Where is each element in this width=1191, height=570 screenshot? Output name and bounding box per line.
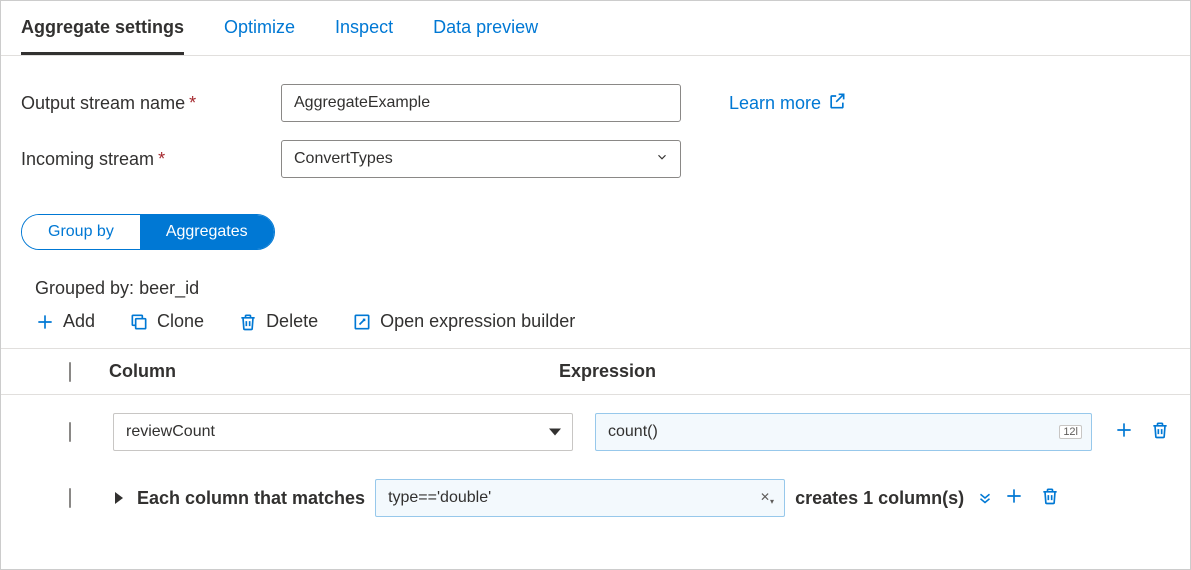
clone-button[interactable]: Clone xyxy=(129,311,204,332)
tab-optimize[interactable]: Optimize xyxy=(224,1,295,55)
trash-icon xyxy=(238,312,258,332)
table-header: Column Expression xyxy=(1,348,1190,395)
table-row: reviewCount count() 12l xyxy=(1,395,1190,469)
add-column-icon[interactable] xyxy=(1004,486,1024,510)
pattern-row: Each column that matches type=='double' … xyxy=(1,469,1190,535)
segment-group-by[interactable]: Group by xyxy=(22,215,140,249)
column-header: Column xyxy=(69,361,549,382)
incoming-stream-select[interactable]: ConvertTypes xyxy=(281,140,681,178)
grouped-by-text: Grouped by: beer_id xyxy=(1,268,1190,311)
delete-row-icon[interactable] xyxy=(1040,486,1060,510)
delete-row-icon[interactable] xyxy=(1150,420,1170,444)
delete-button[interactable]: Delete xyxy=(238,311,318,332)
tabs-bar: Aggregate settings Optimize Inspect Data… xyxy=(1,1,1190,56)
expand-triangle-icon[interactable] xyxy=(115,492,123,504)
row-checkbox[interactable] xyxy=(69,488,71,508)
segmented-control: Group by Aggregates xyxy=(21,214,275,250)
learn-more-link[interactable]: Learn more xyxy=(729,91,847,116)
open-icon xyxy=(352,312,372,332)
column-select[interactable]: reviewCount xyxy=(113,413,573,451)
tab-data-preview[interactable]: Data preview xyxy=(433,1,538,55)
expression-input[interactable]: count() xyxy=(595,413,1092,451)
copy-icon xyxy=(129,312,149,332)
pattern-prefix: Each column that matches xyxy=(137,488,365,509)
triangle-down-icon xyxy=(549,429,561,436)
pattern-condition-input[interactable]: type=='double' ✕▾ xyxy=(375,479,785,517)
add-column-icon[interactable] xyxy=(1114,420,1134,444)
pattern-suffix: creates 1 column(s) xyxy=(795,488,964,509)
double-chevron-down-icon[interactable] xyxy=(976,489,994,507)
expression-header: Expression xyxy=(549,361,1170,382)
add-button[interactable]: Add xyxy=(35,311,95,332)
open-expression-builder-button[interactable]: Open expression builder xyxy=(352,311,575,332)
row-checkbox[interactable] xyxy=(69,422,71,442)
tab-aggregate-settings[interactable]: Aggregate settings xyxy=(21,1,184,55)
type-badge: 12l xyxy=(1059,425,1082,439)
external-link-icon xyxy=(827,91,847,116)
clear-icon[interactable]: ✕▾ xyxy=(760,490,774,506)
segment-aggregates[interactable]: Aggregates xyxy=(140,215,274,249)
toolbar: Add Clone Delete Open expression builder xyxy=(1,311,1190,348)
output-stream-label: Output stream name* xyxy=(21,93,281,114)
output-stream-input[interactable] xyxy=(281,84,681,122)
incoming-stream-label: Incoming stream* xyxy=(21,149,281,170)
tab-inspect[interactable]: Inspect xyxy=(335,1,393,55)
plus-icon xyxy=(35,312,55,332)
